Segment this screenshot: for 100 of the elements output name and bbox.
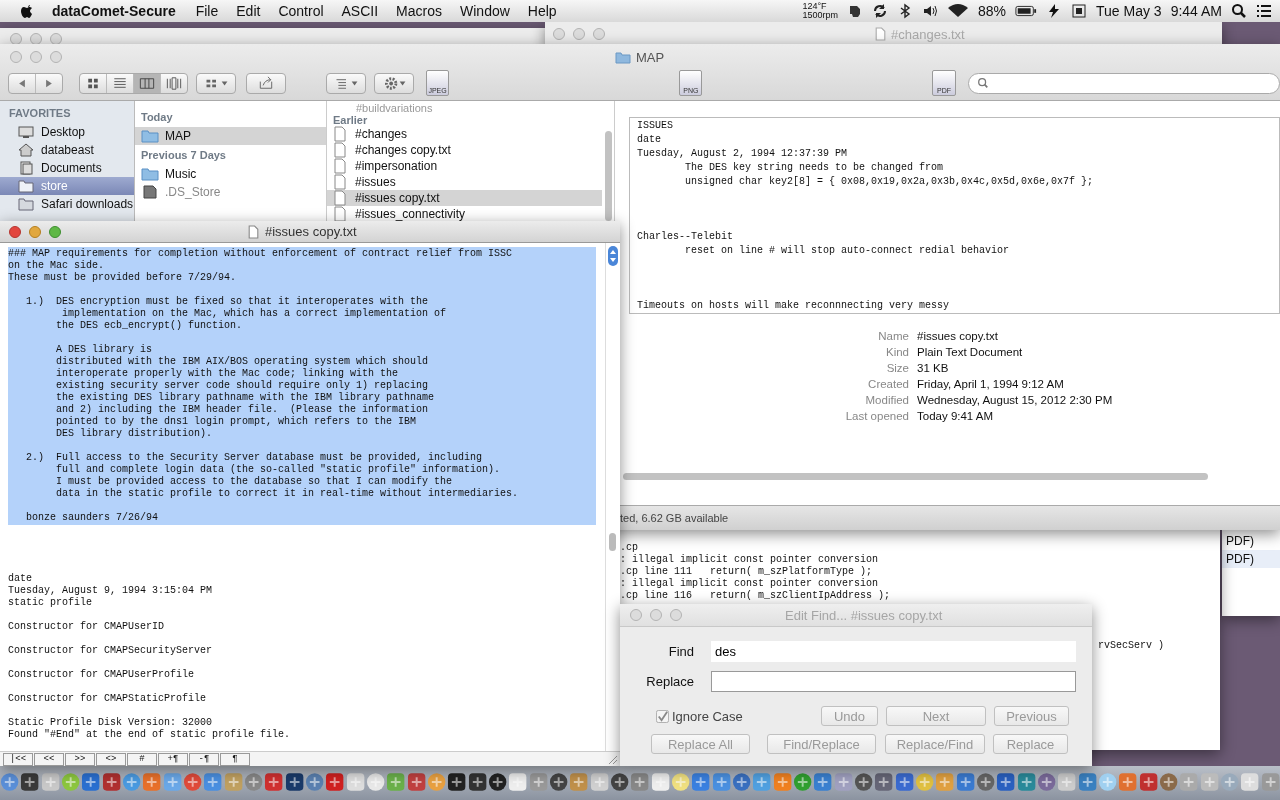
column-view-icon[interactable] [134, 73, 161, 93]
app-icon[interactable] [610, 772, 630, 792]
app-icon[interactable] [325, 772, 345, 792]
column-row[interactable]: #impersonation [327, 158, 602, 174]
list-row[interactable]: PDF) [1222, 550, 1280, 568]
apple-icon[interactable] [20, 3, 34, 19]
column-row[interactable]: MAP [135, 127, 326, 145]
zoom-button[interactable] [50, 51, 62, 63]
scroll-arrows-icon[interactable] [607, 245, 619, 267]
document-text: Constructor for CMAPStaticProfile [8, 693, 208, 705]
app-icon[interactable] [264, 772, 284, 792]
column-row[interactable]: #issues [327, 174, 602, 190]
scroll-bar[interactable] [623, 473, 1208, 480]
zoom-button[interactable] [50, 33, 62, 45]
zoom-button[interactable] [670, 609, 682, 621]
app-icon[interactable] [447, 772, 467, 792]
search-field[interactable] [967, 72, 1280, 94]
find-field[interactable]: des [711, 640, 1076, 662]
app-icon[interactable] [81, 772, 101, 792]
menu-item[interactable]: Help [527, 3, 557, 19]
scroll-thumb[interactable] [609, 533, 616, 551]
sync-icon[interactable] [871, 3, 888, 19]
sidebar-item[interactable]: Documents [0, 159, 134, 177]
info-label: Size [885, 361, 909, 376]
navigation-button[interactable]: >> [65, 752, 95, 766]
app-icon[interactable] [731, 772, 752, 792]
document-icon [333, 190, 347, 206]
column-row[interactable]: Music [135, 165, 326, 183]
volume-icon[interactable] [921, 3, 938, 19]
zoom-button[interactable] [593, 28, 605, 40]
menu-item[interactable]: Macros [396, 3, 442, 19]
replace-field[interactable] [711, 670, 1076, 692]
document-text: 2.) Full access to the Security Server database must be provided, including full and complete login data (the so-called "static profile" information). I must be provided access to the database so that I can modify the data in the static profile to correct it in real-time without intermediaries. [25, 452, 520, 500]
app-icon[interactable] [284, 772, 305, 792]
list-row[interactable]: PDF) [1222, 532, 1280, 550]
ignore-case-checkbox[interactable]: Ignore Case [656, 708, 743, 724]
menu-item[interactable]: Control [278, 3, 324, 19]
minimize-button[interactable] [650, 609, 662, 621]
navigation-button[interactable]: <> [96, 752, 126, 766]
navigation-button[interactable]: ¶ [220, 752, 250, 766]
action-button[interactable] [374, 72, 414, 94]
app-icon[interactable] [894, 772, 914, 792]
column-row[interactable]: #issues_connectivity [327, 206, 602, 222]
column-row[interactable]: #changes copy.txt [327, 142, 602, 158]
menu-item[interactable]: Edit [236, 3, 261, 19]
app-icon[interactable] [975, 772, 996, 792]
app-icon[interactable] [549, 772, 569, 792]
arrange-menu-button[interactable] [326, 72, 366, 94]
app-icon[interactable] [467, 772, 488, 792]
zoom-button[interactable] [49, 225, 61, 238]
app-icon[interactable] [406, 772, 427, 792]
navigation-button[interactable]: +¶ [158, 752, 188, 766]
column-row[interactable]: .DS_Store [135, 183, 326, 201]
sidebar-item[interactable]: Desktop [0, 123, 134, 141]
share-button[interactable] [246, 72, 286, 94]
menu-date[interactable]: Tue May 3 [1096, 3, 1162, 19]
minimize-button[interactable] [573, 28, 585, 40]
battery-icon[interactable] [1015, 3, 1037, 19]
folder-icon [18, 197, 34, 211]
app-icon[interactable] [20, 772, 40, 792]
menu-item[interactable]: Window [460, 3, 510, 19]
search-icon[interactable] [1231, 3, 1247, 19]
app-icon[interactable] [853, 772, 874, 792]
app-icon[interactable] [1036, 772, 1057, 792]
document-text: Constructor for CMAPUserProfile [8, 669, 196, 681]
menu-item[interactable]: ASCII [341, 3, 379, 19]
app-icon[interactable] [101, 772, 122, 792]
view-mode-control[interactable] [79, 72, 188, 94]
close-button[interactable] [9, 225, 21, 238]
list-icon[interactable] [1256, 3, 1272, 19]
menu-item[interactable]: File [195, 3, 219, 19]
sidebar-item[interactable]: databeast [0, 141, 134, 159]
sidebar-item[interactable]: Safari downloads [0, 195, 134, 213]
scroll-bar[interactable] [605, 131, 612, 221]
wifi-icon[interactable] [946, 3, 969, 19]
back-forward-control[interactable] [8, 72, 63, 94]
menu-clock[interactable]: 9:44 AM [1170, 3, 1222, 19]
column-row[interactable]: #issues copy.txt [327, 190, 602, 206]
field-label: Replace [645, 673, 694, 689]
minimize-button[interactable] [30, 33, 42, 45]
resize-grip-icon[interactable] [606, 753, 618, 765]
navigation-button[interactable]: << [34, 752, 64, 766]
app-icon[interactable] [874, 772, 894, 792]
minimize-button[interactable] [29, 225, 41, 238]
column-row[interactable]: #changes [327, 126, 602, 142]
app-menu[interactable]: dataComet-Secure [52, 3, 176, 19]
fan-speed-reading: 1500rpm [802, 11, 838, 20]
navigation-button[interactable]: # [127, 752, 157, 766]
info-label: Name [877, 329, 909, 344]
checkbox-icon[interactable] [656, 709, 669, 723]
navigation-button[interactable]: |<< [3, 752, 33, 766]
arrange-button[interactable] [196, 72, 236, 94]
document-icon [333, 206, 347, 222]
temperature-reading: 124°F [802, 2, 828, 11]
minimize-button[interactable] [30, 51, 42, 63]
app-icon[interactable] [996, 772, 1016, 792]
navigation-button[interactable]: -¶ [189, 752, 219, 766]
close-button[interactable] [10, 33, 22, 45]
app-icon[interactable] [488, 772, 508, 792]
window-title: MAP [636, 49, 665, 65]
